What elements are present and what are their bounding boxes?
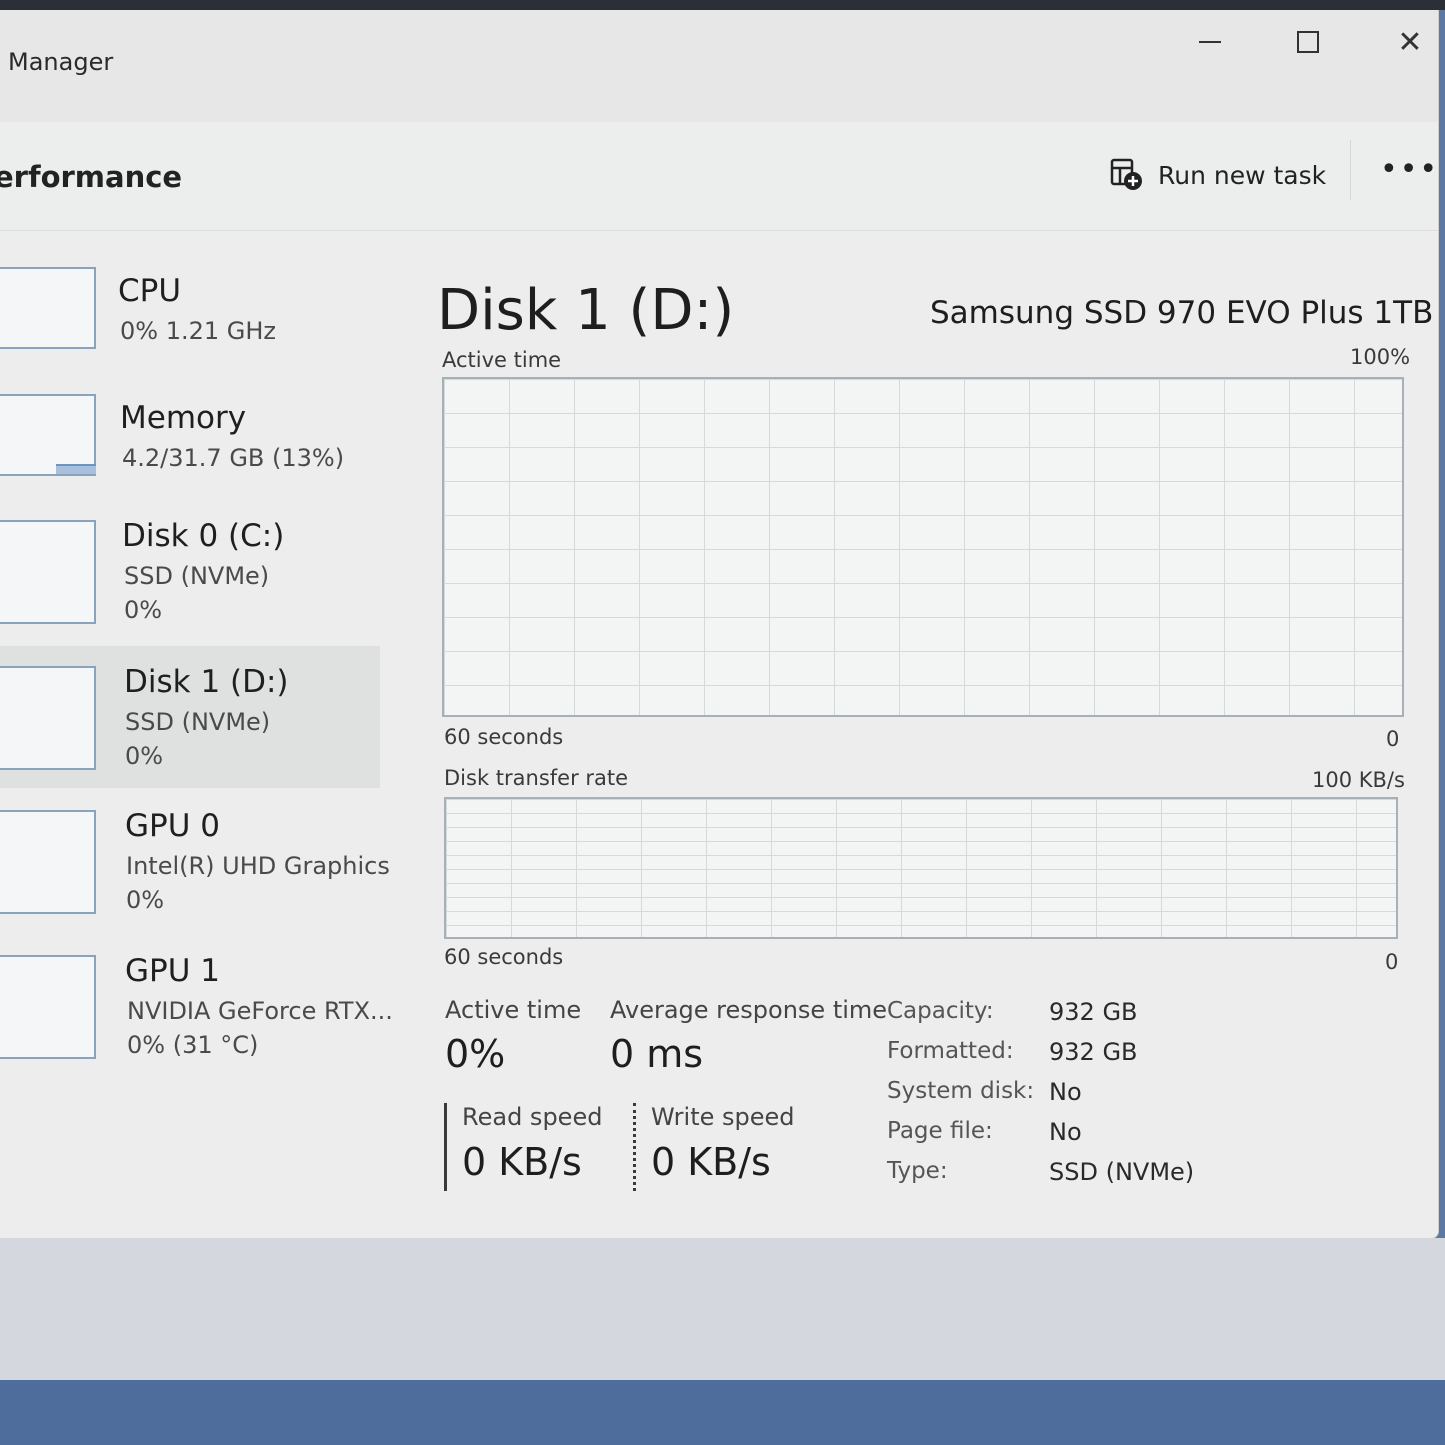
sidebar-item-name: Memory — [120, 400, 247, 436]
formatted-value: 932 GB — [1049, 1038, 1138, 1066]
maximize-button[interactable] — [1278, 18, 1338, 66]
formatted-label: Formatted: — [887, 1038, 1014, 1064]
sidebar-item-gpu-0[interactable]: GPU 0 Intel(R) UHD Graphics 0% — [0, 800, 390, 942]
maximize-icon — [1297, 31, 1319, 53]
transfer-rate-graph-label: Disk transfer rate — [444, 766, 629, 790]
more-icon: ••• — [1380, 152, 1439, 187]
minimize-button[interactable] — [1180, 18, 1240, 66]
sidebar-item-usage: 0% — [124, 596, 163, 624]
page-file-label: Page file: — [887, 1118, 993, 1144]
system-disk-value: No — [1049, 1078, 1082, 1106]
read-speed-indicator — [444, 1103, 447, 1191]
active-time-graph-label: Active time — [442, 348, 562, 372]
avg-response-stat-value: 0 ms — [610, 1032, 704, 1076]
sidebar-item-usage: 0% — [126, 886, 165, 914]
sidebar-item-disk-0[interactable]: Disk 0 (C:) SSD (NVMe) 0% — [0, 510, 380, 652]
sidebar-item-detail: SSD (NVMe) — [125, 708, 271, 736]
sidebar-item-detail: SSD (NVMe) — [124, 562, 270, 590]
minimize-icon — [1199, 41, 1221, 43]
disk0-thumbnail-graph — [0, 520, 96, 624]
read-speed-label: Read speed — [462, 1103, 603, 1131]
gpu0-thumbnail-graph — [0, 810, 96, 914]
device-model: Samsung SSD 970 EVO Plus 1TB — [930, 295, 1434, 331]
write-speed-value: 0 KB/s — [651, 1140, 771, 1184]
memory-usage-fill — [56, 464, 96, 474]
run-new-task-label: Run new task — [1158, 160, 1327, 190]
sidebar-item-detail: 0% 1.21 GHz — [120, 317, 277, 345]
sidebar-item-memory[interactable]: Memory 4.2/31.7 GB (13%) — [0, 382, 380, 524]
type-value: SSD (NVMe) — [1049, 1158, 1195, 1186]
read-speed-value: 0 KB/s — [462, 1140, 582, 1184]
gpu1-thumbnail-graph — [0, 955, 96, 1059]
active-time-graph-time-label: 60 seconds — [444, 725, 564, 749]
device-title: Disk 1 (D:) — [437, 278, 735, 343]
task-manager-window: Manager ✕ erformance Run new task ••• CP… — [0, 10, 1439, 1239]
capacity-value: 932 GB — [1049, 998, 1138, 1026]
sidebar-item-cpu[interactable]: CPU 0% 1.21 GHz — [0, 255, 380, 397]
command-separator — [1350, 140, 1351, 200]
sidebar-item-detail: NVIDIA GeForce RTX... — [127, 997, 393, 1025]
type-label: Type: — [887, 1158, 948, 1184]
system-disk-label: System disk: — [887, 1078, 1035, 1104]
page-file-value: No — [1049, 1118, 1082, 1146]
sidebar-item-name: CPU — [118, 273, 182, 309]
sidebar-item-name: GPU 0 — [125, 808, 220, 844]
sidebar-item-usage: 0% (31 °C) — [127, 1031, 259, 1059]
close-button[interactable]: ✕ — [1380, 18, 1438, 66]
sidebar-item-name: Disk 1 (D:) — [124, 664, 289, 700]
active-time-stat-label: Active time — [445, 996, 582, 1024]
memory-thumbnail-graph — [0, 394, 96, 476]
run-new-task-button[interactable]: Run new task — [1110, 150, 1326, 200]
sidebar-item-name: GPU 1 — [125, 953, 220, 989]
sidebar-item-name: Disk 0 (C:) — [122, 518, 285, 554]
page-title: erformance — [0, 160, 183, 194]
disk1-thumbnail-graph — [0, 666, 96, 770]
sidebar-item-disk-1[interactable]: Disk 1 (D:) SSD (NVMe) 0% — [0, 646, 380, 788]
transfer-rate-graph — [444, 797, 1398, 939]
transfer-rate-graph-min: 0 — [1385, 950, 1399, 974]
screen-top-edge — [0, 0, 1445, 10]
desktop-background — [0, 1238, 1445, 1380]
avg-response-stat-label: Average response time — [610, 996, 888, 1024]
active-time-graph-max: 100% — [1350, 345, 1411, 369]
window-title: Manager — [8, 48, 114, 76]
cpu-thumbnail-graph — [0, 267, 96, 349]
sidebar-item-detail: Intel(R) UHD Graphics — [126, 852, 390, 880]
sidebar-item-detail: 4.2/31.7 GB (13%) — [122, 444, 345, 472]
title-bar: Manager ✕ — [0, 10, 1438, 122]
sidebar-item-usage: 0% — [125, 742, 164, 770]
sidebar-item-gpu-1[interactable]: GPU 1 NVIDIA GeForce RTX... 0% (31 °C) — [0, 945, 393, 1087]
capacity-label: Capacity: — [887, 998, 994, 1024]
run-task-icon — [1110, 158, 1142, 190]
transfer-rate-graph-time-label: 60 seconds — [444, 945, 564, 969]
write-speed-label: Write speed — [651, 1103, 795, 1131]
taskbar — [0, 1380, 1445, 1445]
more-options-button[interactable]: ••• — [1380, 152, 1439, 187]
write-speed-indicator — [633, 1103, 636, 1191]
transfer-rate-graph-max: 100 KB/s — [1312, 768, 1405, 792]
active-time-stat-value: 0% — [445, 1032, 506, 1076]
active-time-graph-min: 0 — [1386, 727, 1400, 751]
close-icon: ✕ — [1397, 24, 1423, 60]
active-time-graph — [442, 377, 1404, 717]
